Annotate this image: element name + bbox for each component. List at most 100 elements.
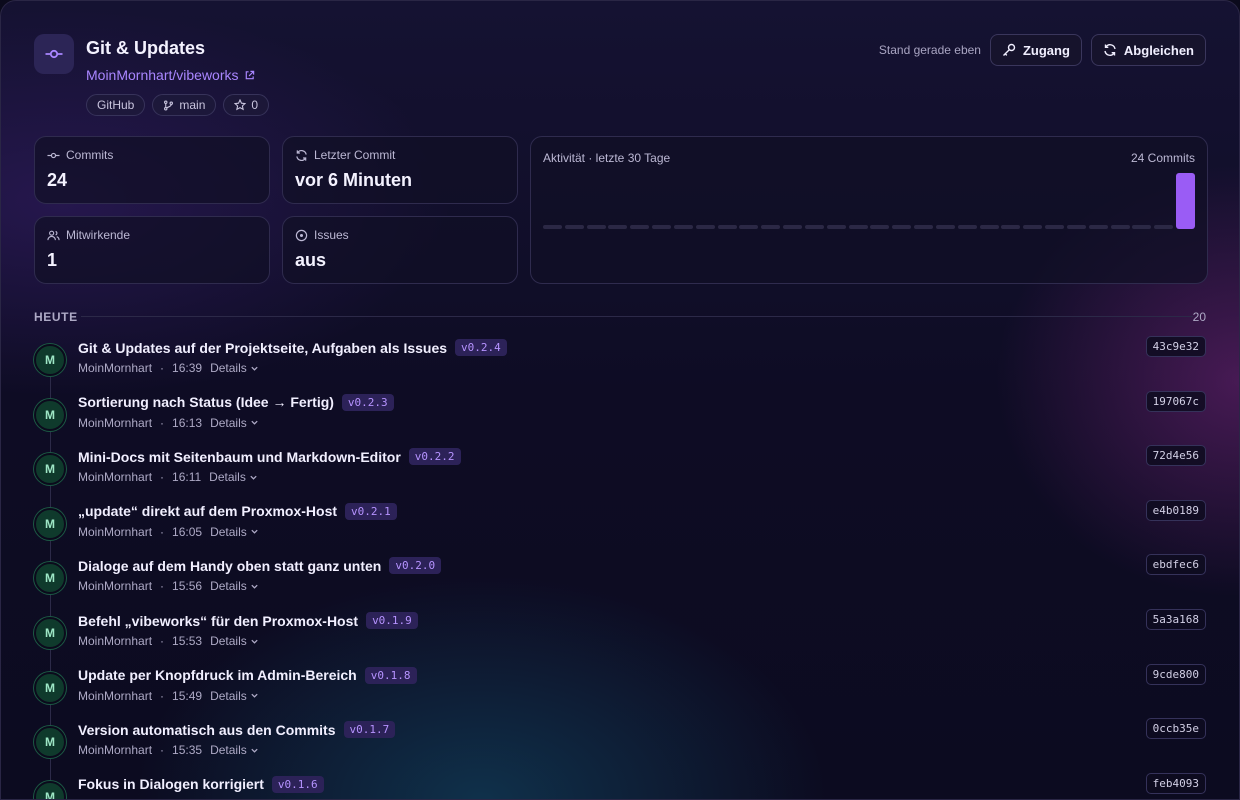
activity-bar <box>564 225 584 229</box>
activity-bar <box>586 225 606 229</box>
activity-bar <box>848 225 868 229</box>
details-toggle[interactable]: Details <box>209 470 258 484</box>
commit-row[interactable]: M „update“ direkt auf dem Proxmox-Host v0.… <box>34 499 1206 557</box>
access-label: Zugang <box>1022 42 1070 58</box>
details-label: Details <box>210 415 247 430</box>
meta-separator: · <box>160 470 165 485</box>
activity-bar <box>957 225 977 229</box>
chevron-down-icon <box>251 366 258 371</box>
section-label: HEUTE <box>34 310 78 324</box>
refresh-icon <box>296 149 307 161</box>
version-tag: v0.2.4 <box>455 339 507 356</box>
commit-author: MoinMornhart <box>78 415 153 430</box>
details-toggle[interactable]: Details <box>210 579 259 593</box>
meta-separator: · <box>160 634 165 648</box>
commit-hash[interactable]: 197067c <box>1145 390 1206 412</box>
contributors-label: Mitwirkende <box>66 228 131 242</box>
branch-icon <box>164 100 174 110</box>
details-label: Details <box>210 524 247 539</box>
commit-hash[interactable]: 43c9e32 <box>1145 336 1206 357</box>
chevron-down-icon <box>251 530 258 535</box>
activity-bar <box>1110 225 1130 229</box>
git-updates-panel: Git & Updates MoinMornhart/vibeworks Git… <box>0 0 1240 800</box>
last-commit-value: vor 6 Minuten <box>295 170 413 190</box>
activity-bar <box>608 225 628 229</box>
chevron-down-icon <box>251 748 258 753</box>
issue-icon <box>295 229 308 241</box>
commit-hash[interactable]: e4b0189 <box>1145 499 1206 521</box>
version-tag: v0.1.9 <box>366 612 418 629</box>
last-commit-label: Letzter Commit <box>314 148 396 162</box>
meta-separator: · <box>160 743 165 758</box>
branch-pill: main <box>152 94 217 116</box>
issues-card: Issues aus <box>282 216 518 284</box>
details-toggle[interactable]: Details <box>210 743 259 757</box>
activity-bar <box>717 225 737 229</box>
commit-row[interactable]: M Sortierung nach Status (Idee → Fertig) v… <box>34 390 1206 448</box>
refresh-icon <box>1104 44 1116 56</box>
commit-time: 16:39 <box>172 361 203 375</box>
stars-pill: 0 <box>223 94 270 116</box>
meta-separator: · <box>160 579 165 594</box>
avatar: M <box>34 617 66 649</box>
version-tag: v0.2.1 <box>345 502 397 520</box>
commit-hash[interactable]: feb4093 <box>1145 772 1206 794</box>
access-button[interactable]: Zugang <box>989 34 1082 66</box>
section-count: 20 <box>1192 310 1206 324</box>
chevron-down-icon <box>251 584 258 589</box>
commit-row[interactable]: M Update per Knopfdruck im Admin-Bereich v… <box>34 663 1206 721</box>
repo-link[interactable]: MoinMornhart/vibeworks <box>86 67 255 83</box>
commit-hash[interactable]: 0ccb35e <box>1145 718 1206 740</box>
activity-bar <box>695 225 715 229</box>
details-label: Details <box>210 361 247 375</box>
activity-bar <box>1066 225 1086 229</box>
version-tag: v0.2.3 <box>341 393 394 411</box>
meta-separator: · <box>160 688 165 703</box>
commit-row[interactable]: M Mini-Docs mit Seitenbaum und Markdown-E… <box>34 445 1206 502</box>
commits-card: Commits 24 <box>34 136 270 204</box>
activity-bar <box>892 225 912 229</box>
details-toggle[interactable]: Details <box>210 416 259 430</box>
commit-row[interactable]: M Dialoge auf dem Handy oben statt ganz u… <box>34 554 1206 611</box>
activity-bar <box>1088 225 1108 229</box>
version-tag: v0.1.6 <box>271 775 324 793</box>
commit-hash[interactable]: 9cde800 <box>1145 663 1206 685</box>
avatar: M <box>34 398 66 431</box>
activity-bar <box>1045 225 1064 229</box>
stars-count: 0 <box>251 98 259 112</box>
activity-bar <box>673 225 693 229</box>
activity-bar <box>804 225 824 229</box>
external-link-icon <box>245 70 254 79</box>
commit-author: MoinMornhart <box>78 743 153 758</box>
activity-bar <box>935 225 955 229</box>
activity-bar <box>826 225 846 229</box>
commit-row[interactable]: M Befehl „vibeworks“ für den Proxmox-Host… <box>34 609 1206 666</box>
activity-bar <box>1176 173 1195 229</box>
commit-author: MoinMornhart <box>78 524 153 539</box>
activity-bar <box>1001 225 1021 229</box>
avatar: M <box>34 671 66 704</box>
commit-author: MoinMornhart <box>78 688 153 703</box>
activity-bar <box>1023 225 1043 229</box>
git-commit-icon <box>34 34 74 74</box>
commit-row[interactable]: MFokus in Dialogen korrigiertv0.1.6MoinM… <box>34 772 1206 799</box>
details-toggle[interactable]: Details <box>210 634 259 648</box>
meta-separator: · <box>160 415 165 430</box>
commit-hash[interactable]: 72d4e56 <box>1145 445 1206 467</box>
commit-hash[interactable]: 5a3a168 <box>1145 609 1206 630</box>
commit-row[interactable]: M Version automatisch aus den Commits v0.1… <box>34 718 1206 775</box>
commit-author: MoinMornhart <box>78 470 153 485</box>
sync-status: Stand gerade eben <box>878 43 981 57</box>
commit-time: 16:13 <box>172 415 203 430</box>
details-toggle[interactable]: Details <box>210 361 259 375</box>
contributors-value: 1 <box>47 250 58 270</box>
commit-row[interactable]: M Git & Updates auf der Projektseite, Auf… <box>34 336 1206 393</box>
details-label: Details <box>210 688 247 703</box>
commit-hash[interactable]: ebdfec6 <box>1145 554 1206 576</box>
details-toggle[interactable]: Details <box>210 689 259 703</box>
sync-button[interactable]: Abgleichen <box>1090 34 1206 66</box>
section-divider <box>81 316 1193 317</box>
issues-label: Issues <box>314 228 349 242</box>
repo-pills: GitHub main 0 <box>86 94 270 116</box>
details-toggle[interactable]: Details <box>210 525 259 539</box>
